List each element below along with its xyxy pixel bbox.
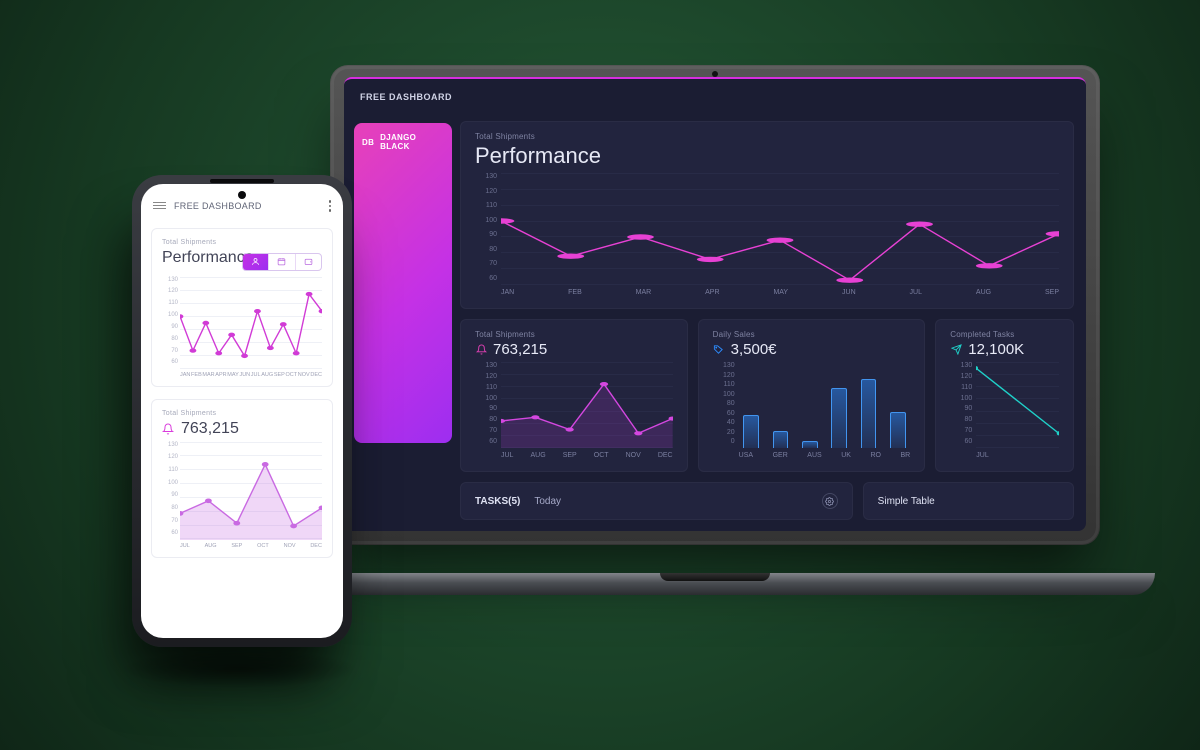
- line-series: [501, 173, 1059, 285]
- dashboard-app: FREE DASHBOARD DB DJANGO BLACK: [344, 77, 1086, 531]
- y-axis-ticks: 13012011010090807060: [475, 173, 497, 282]
- x-axis-ticks: JANFEBMARAPRMAYJUNJULAUGSEPOCTNOVDEC: [180, 372, 322, 378]
- phone-shadow: [120, 650, 360, 688]
- send-icon: [950, 344, 962, 356]
- laptop-base: [275, 573, 1155, 595]
- metric-value: 12,100K: [968, 341, 1024, 358]
- card-title: Performance: [475, 143, 1059, 169]
- card-subtitle: Daily Sales: [713, 330, 911, 339]
- line-series: [976, 362, 1059, 448]
- metric-value: 3,500€: [731, 341, 777, 358]
- calendar-icon[interactable]: [268, 254, 294, 270]
- metric-value: 763,215: [181, 420, 239, 438]
- tasks-tab-today[interactable]: Today: [534, 496, 561, 507]
- phone-mockup: FREE DASHBOARD Total Shipments Performan…: [132, 175, 352, 647]
- sidebar: DB DJANGO BLACK: [344, 115, 452, 531]
- area-series: [501, 362, 673, 448]
- app-header: FREE DASHBOARD: [344, 79, 1086, 115]
- performance-chart: 13012011010090807060 JANFEBMARAPRMAYJUNJ…: [475, 173, 1059, 296]
- tasks-chart: 13012011010090807060 JUL: [950, 362, 1059, 459]
- sidebar-badge: DB: [362, 138, 374, 147]
- card-subtitle: Total Shipments: [475, 330, 673, 339]
- y-axis-ticks: 130120110100806040200: [713, 362, 735, 445]
- y-axis-ticks: 13012011010090807060: [162, 277, 178, 366]
- x-axis-ticks: JULAUGSEPOCTNOVDEC: [180, 543, 322, 549]
- area-series: [180, 442, 322, 540]
- sidebar-item-label: DJANGO BLACK: [380, 133, 444, 151]
- performance-card: Total Shipments Performance 130120110100…: [151, 228, 333, 387]
- phone-header: FREE DASHBOARD: [141, 184, 343, 222]
- shipments-card: Total Shipments 763,215 1301201101009080…: [151, 399, 333, 558]
- performance-card: Total Shipments Performance 130120110100…: [460, 121, 1074, 309]
- panel-label: TASKS(5): [475, 496, 520, 507]
- line-series: [180, 277, 322, 369]
- card-subtitle: Completed Tasks: [950, 330, 1059, 339]
- card-subtitle: Total Shipments: [475, 132, 1059, 141]
- phone-dashboard-app: FREE DASHBOARD Total Shipments Performan…: [141, 184, 343, 638]
- tasks-panel[interactable]: TASKS(5) Today: [460, 482, 853, 520]
- metric-value: 763,215: [493, 341, 547, 358]
- x-axis-ticks: USAGERAUSUKROBR: [739, 452, 911, 459]
- sales-chart: 130120110100806040200 USAGERAUSUKROBR: [713, 362, 911, 459]
- daily-sales-card: Daily Sales 3,500€ 130120110100806040200: [698, 319, 926, 472]
- more-icon[interactable]: [329, 200, 332, 212]
- performance-chart: 13012011010090807060 JANFEBMARAPRMAYJUNJ…: [162, 277, 322, 378]
- x-axis-ticks: JULAUGSEPOCTNOVDEC: [501, 452, 673, 459]
- simple-table-panel[interactable]: Simple Table: [863, 482, 1074, 520]
- sidebar-item-django-black[interactable]: DB DJANGO BLACK: [354, 123, 452, 443]
- bell-icon: [162, 423, 174, 435]
- tag-icon: [713, 344, 725, 356]
- laptop-mockup: FREE DASHBOARD DB DJANGO BLACK: [330, 65, 1110, 645]
- y-axis-ticks: 13012011010090807060: [475, 362, 497, 445]
- x-axis-ticks: JANFEBMARAPRMAYJUNJULAUGSEP: [501, 289, 1059, 296]
- bar-series: [739, 362, 911, 448]
- bell-icon: [475, 344, 487, 356]
- wallet-icon[interactable]: [295, 254, 321, 270]
- y-axis-ticks: 13012011010090807060: [950, 362, 972, 445]
- shipments-chart: 13012011010090807060 JULAUGSEPOCTNOVDEC: [475, 362, 673, 459]
- menu-icon[interactable]: [153, 202, 166, 209]
- user-icon[interactable]: [243, 254, 268, 270]
- card-subtitle: Total Shipments: [162, 410, 322, 417]
- laptop-bezel: FREE DASHBOARD DB DJANGO BLACK: [330, 65, 1100, 545]
- app-title: FREE DASHBOARD: [360, 92, 452, 102]
- y-axis-ticks: 13012011010090807060: [162, 442, 178, 537]
- shipments-card: Total Shipments 763,215 1301201101009080…: [460, 319, 688, 472]
- panel-label: Simple Table: [878, 496, 935, 507]
- x-axis-ticks: JUL: [976, 452, 1059, 459]
- gear-icon[interactable]: [822, 493, 838, 509]
- completed-tasks-card: Completed Tasks 12,100K 1301201101009080…: [935, 319, 1074, 472]
- app-title: FREE DASHBOARD: [174, 201, 262, 211]
- card-subtitle: Total Shipments: [162, 239, 322, 246]
- segmented-control[interactable]: [242, 253, 322, 271]
- shipments-chart: 13012011010090807060 JULAUGSEPOCTNOVDEC: [162, 442, 322, 549]
